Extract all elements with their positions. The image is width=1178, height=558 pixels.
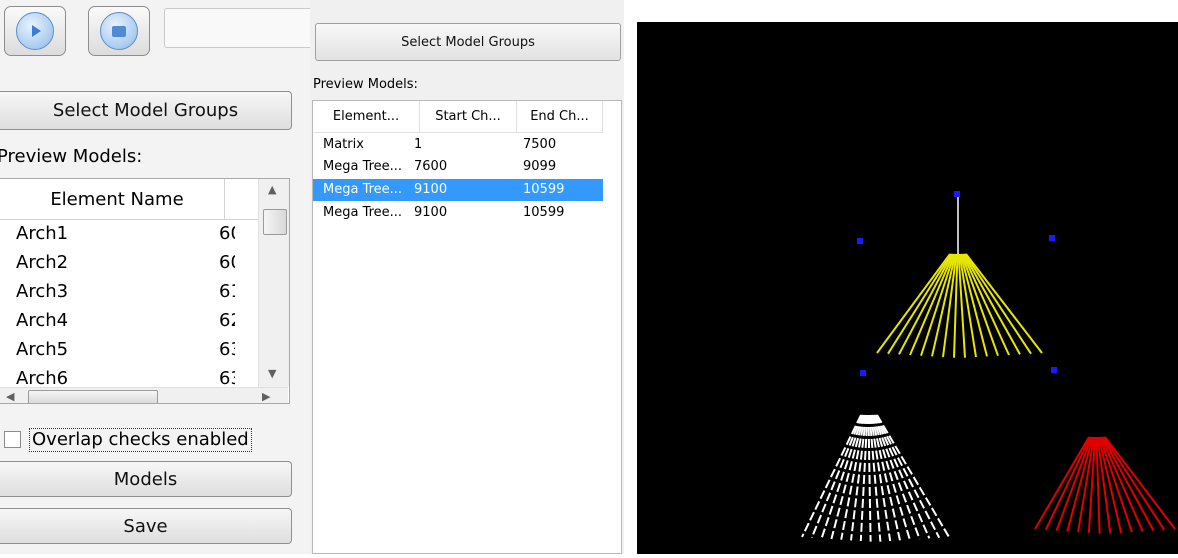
list-item[interactable]: Arch160 [0,220,258,249]
table-row[interactable]: Mega Tree... 9100 10599 [313,202,603,224]
column-header-end-channel[interactable]: End Ch... [517,101,603,132]
left-panel: Select Model Groups Preview Models: Elem… [0,0,310,554]
scroll-down-icon[interactable]: ▼ [268,367,276,380]
preview-models-label: Preview Models: [0,146,143,167]
play-button[interactable] [4,6,66,56]
vertical-scroll-thumb[interactable] [263,209,287,235]
list-item[interactable]: Arch260 [0,249,258,278]
list-item[interactable]: Arch361 [0,278,258,307]
column-header-element[interactable]: Element... [313,101,420,132]
red-mega-tree[interactable] [1034,436,1176,534]
tree-strand [964,253,1032,355]
stop-button[interactable] [88,6,150,56]
tree-strand [873,414,931,539]
tree-strand [820,414,865,539]
tree-strand [801,414,862,538]
models-button[interactable]: Models [0,461,292,497]
selection-handle-top-right[interactable] [1049,235,1055,241]
scroll-left-icon[interactable]: ◀ [6,390,14,403]
progress-field [164,8,310,48]
selection-handle-bottom-left[interactable] [860,370,866,376]
horizontal-scroll-thumb[interactable] [28,390,158,403]
column-header-element-name[interactable]: Element Name [0,179,225,219]
tree-strand [840,414,867,540]
overlap-checkbox[interactable] [4,431,21,448]
list-header: Element Name [0,179,258,220]
yellow-mega-tree[interactable] [876,253,1043,358]
play-icon [16,12,54,50]
selection-handle-top[interactable] [954,191,960,197]
vertical-scrollbar[interactable]: ▲ ▼ [258,179,289,387]
selection-handle-bottom-right[interactable] [1051,367,1057,373]
preview-models-list[interactable]: Element Name Arch160 Arch260 Arch361 Arc… [0,178,290,404]
selection-handle-top-left[interactable] [857,238,863,244]
tree-strand [961,253,1010,356]
preview-canvas[interactable] [637,22,1178,554]
tree-strand [1044,436,1092,531]
scroll-up-icon[interactable]: ▲ [268,183,276,196]
column-header-start-channel[interactable]: Start Ch... [420,101,517,132]
stop-icon [100,12,138,50]
save-button[interactable]: Save [0,508,292,544]
list-item[interactable]: Arch462 [0,307,258,336]
tree-strand [1102,436,1166,531]
overlap-checks-label[interactable]: Overlap checks enabled [29,428,252,452]
select-model-groups-button[interactable]: Select Model Groups [0,91,292,130]
tree-strand [870,414,901,541]
preview-drawing[interactable] [637,22,1178,554]
tree-strand [871,414,911,540]
list-item[interactable]: Arch563 [0,336,258,365]
select-model-groups-button-small[interactable]: Select Model Groups [315,23,621,61]
table-header: Element... Start Ch... End Ch... [313,101,603,133]
table-row-selected[interactable]: Mega Tree... 9100 10599 [313,179,603,201]
tree-strand [887,253,952,355]
preview-models-table[interactable]: Element... Start Ch... End Ch... Matrix … [312,100,622,554]
scroll-right-icon[interactable]: ▶ [262,390,270,403]
horizontal-scrollbar[interactable]: ◀ ▶ [0,387,288,403]
tree-strand [965,253,1043,354]
table-row[interactable]: Matrix 1 7500 [313,134,603,156]
tree-strand [909,253,955,356]
white-mega-tree[interactable] [801,414,950,542]
preview-models-label-small: Preview Models: [313,77,418,92]
table-row[interactable]: Mega Tree... 7600 9099 [313,156,603,178]
